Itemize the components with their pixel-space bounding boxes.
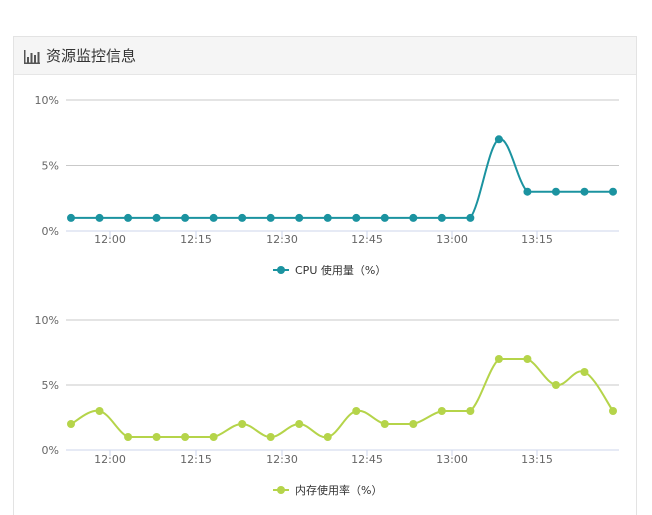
cpu-y-tick-label: 10%	[35, 94, 59, 107]
mem-x-tick-label: 12:45	[351, 453, 383, 466]
mem-chart: 10% 5% 0% 12:00 12:15 12:30 12:45 13:00 13:15 内存使…	[35, 314, 619, 497]
mem-legend-label: 内存使用率（%）	[295, 483, 382, 497]
mem-data-point	[551, 381, 560, 389]
cpu-data-point	[295, 213, 304, 222]
cpu-data-point	[266, 213, 275, 222]
cpu-data-point	[209, 213, 218, 222]
mem-data-point	[181, 433, 190, 441]
cpu-data-point	[494, 135, 503, 144]
cpu-x-tick-label: 12:45	[351, 233, 383, 246]
cpu-data-point	[466, 213, 475, 222]
mem-data-point	[609, 407, 617, 415]
mem-data-point	[209, 433, 218, 441]
mem-x-tick-label: 12:30	[266, 453, 298, 466]
cpu-y-tick-label: 0%	[42, 225, 59, 238]
cpu-data-point	[523, 187, 532, 196]
resource-charts: 10% 5% 0% 12:00 12:15 12:30 12:45 13:00 13:15 CPU…	[35, 94, 619, 497]
cpu-chart: 10% 5% 0% 12:00 12:15 12:30 12:45 13:00 13:15 CPU…	[35, 94, 619, 277]
mem-series-line	[70, 358, 614, 439]
cpu-x-tick-label: 12:15	[180, 233, 212, 246]
cpu-data-point	[437, 213, 446, 222]
mem-x-tick-label: 12:15	[180, 453, 212, 466]
cpu-x-tick-label: 13:00	[436, 233, 468, 246]
cpu-x-tick-label: 12:00	[94, 233, 126, 246]
mem-data-point	[409, 420, 418, 428]
mem-y-tick-label: 10%	[35, 314, 59, 327]
cpu-data-point	[124, 213, 133, 222]
mem-data-point	[466, 407, 475, 415]
mem-data-point	[352, 407, 361, 415]
mem-data-point	[295, 420, 304, 428]
cpu-legend-label: CPU 使用量（%）	[295, 264, 386, 277]
mem-data-point	[523, 355, 532, 363]
mem-x-tick-label: 13:00	[436, 453, 468, 466]
mem-data-point	[124, 433, 133, 441]
cpu-y-tick-label: 5%	[42, 160, 59, 173]
cpu-data-point	[551, 187, 560, 196]
mem-x-tick-label: 12:00	[94, 453, 126, 466]
cpu-data-point	[580, 187, 589, 196]
mem-legend-marker	[277, 486, 285, 494]
cpu-data-point	[152, 213, 161, 222]
mem-data-point	[152, 433, 161, 441]
mem-data-point	[380, 420, 389, 428]
cpu-series-line	[71, 138, 613, 219]
cpu-x-tick-label: 13:15	[521, 233, 553, 246]
mem-data-point	[437, 407, 446, 415]
mem-data-point	[580, 368, 589, 376]
cpu-data-point	[238, 213, 247, 222]
cpu-data-point	[95, 213, 104, 222]
cpu-data-point	[352, 213, 361, 222]
mem-data-point	[238, 420, 247, 428]
mem-data-point	[323, 433, 332, 441]
mem-data-point	[95, 407, 104, 415]
mem-x-tick-label: 13:15	[521, 453, 553, 466]
mem-y-tick-label: 5%	[42, 379, 59, 392]
mem-data-point	[67, 420, 75, 428]
mem-y-tick-label: 0%	[42, 444, 59, 457]
cpu-data-point	[67, 213, 75, 222]
mem-data-point	[266, 433, 275, 441]
cpu-data-point	[609, 187, 617, 196]
mem-data-point	[494, 355, 503, 363]
cpu-data-point	[323, 213, 332, 222]
cpu-legend-marker	[277, 266, 285, 274]
cpu-data-point	[380, 213, 389, 222]
cpu-x-tick-label: 12:30	[266, 233, 298, 246]
cpu-data-point	[181, 213, 190, 222]
cpu-data-point	[409, 213, 418, 222]
